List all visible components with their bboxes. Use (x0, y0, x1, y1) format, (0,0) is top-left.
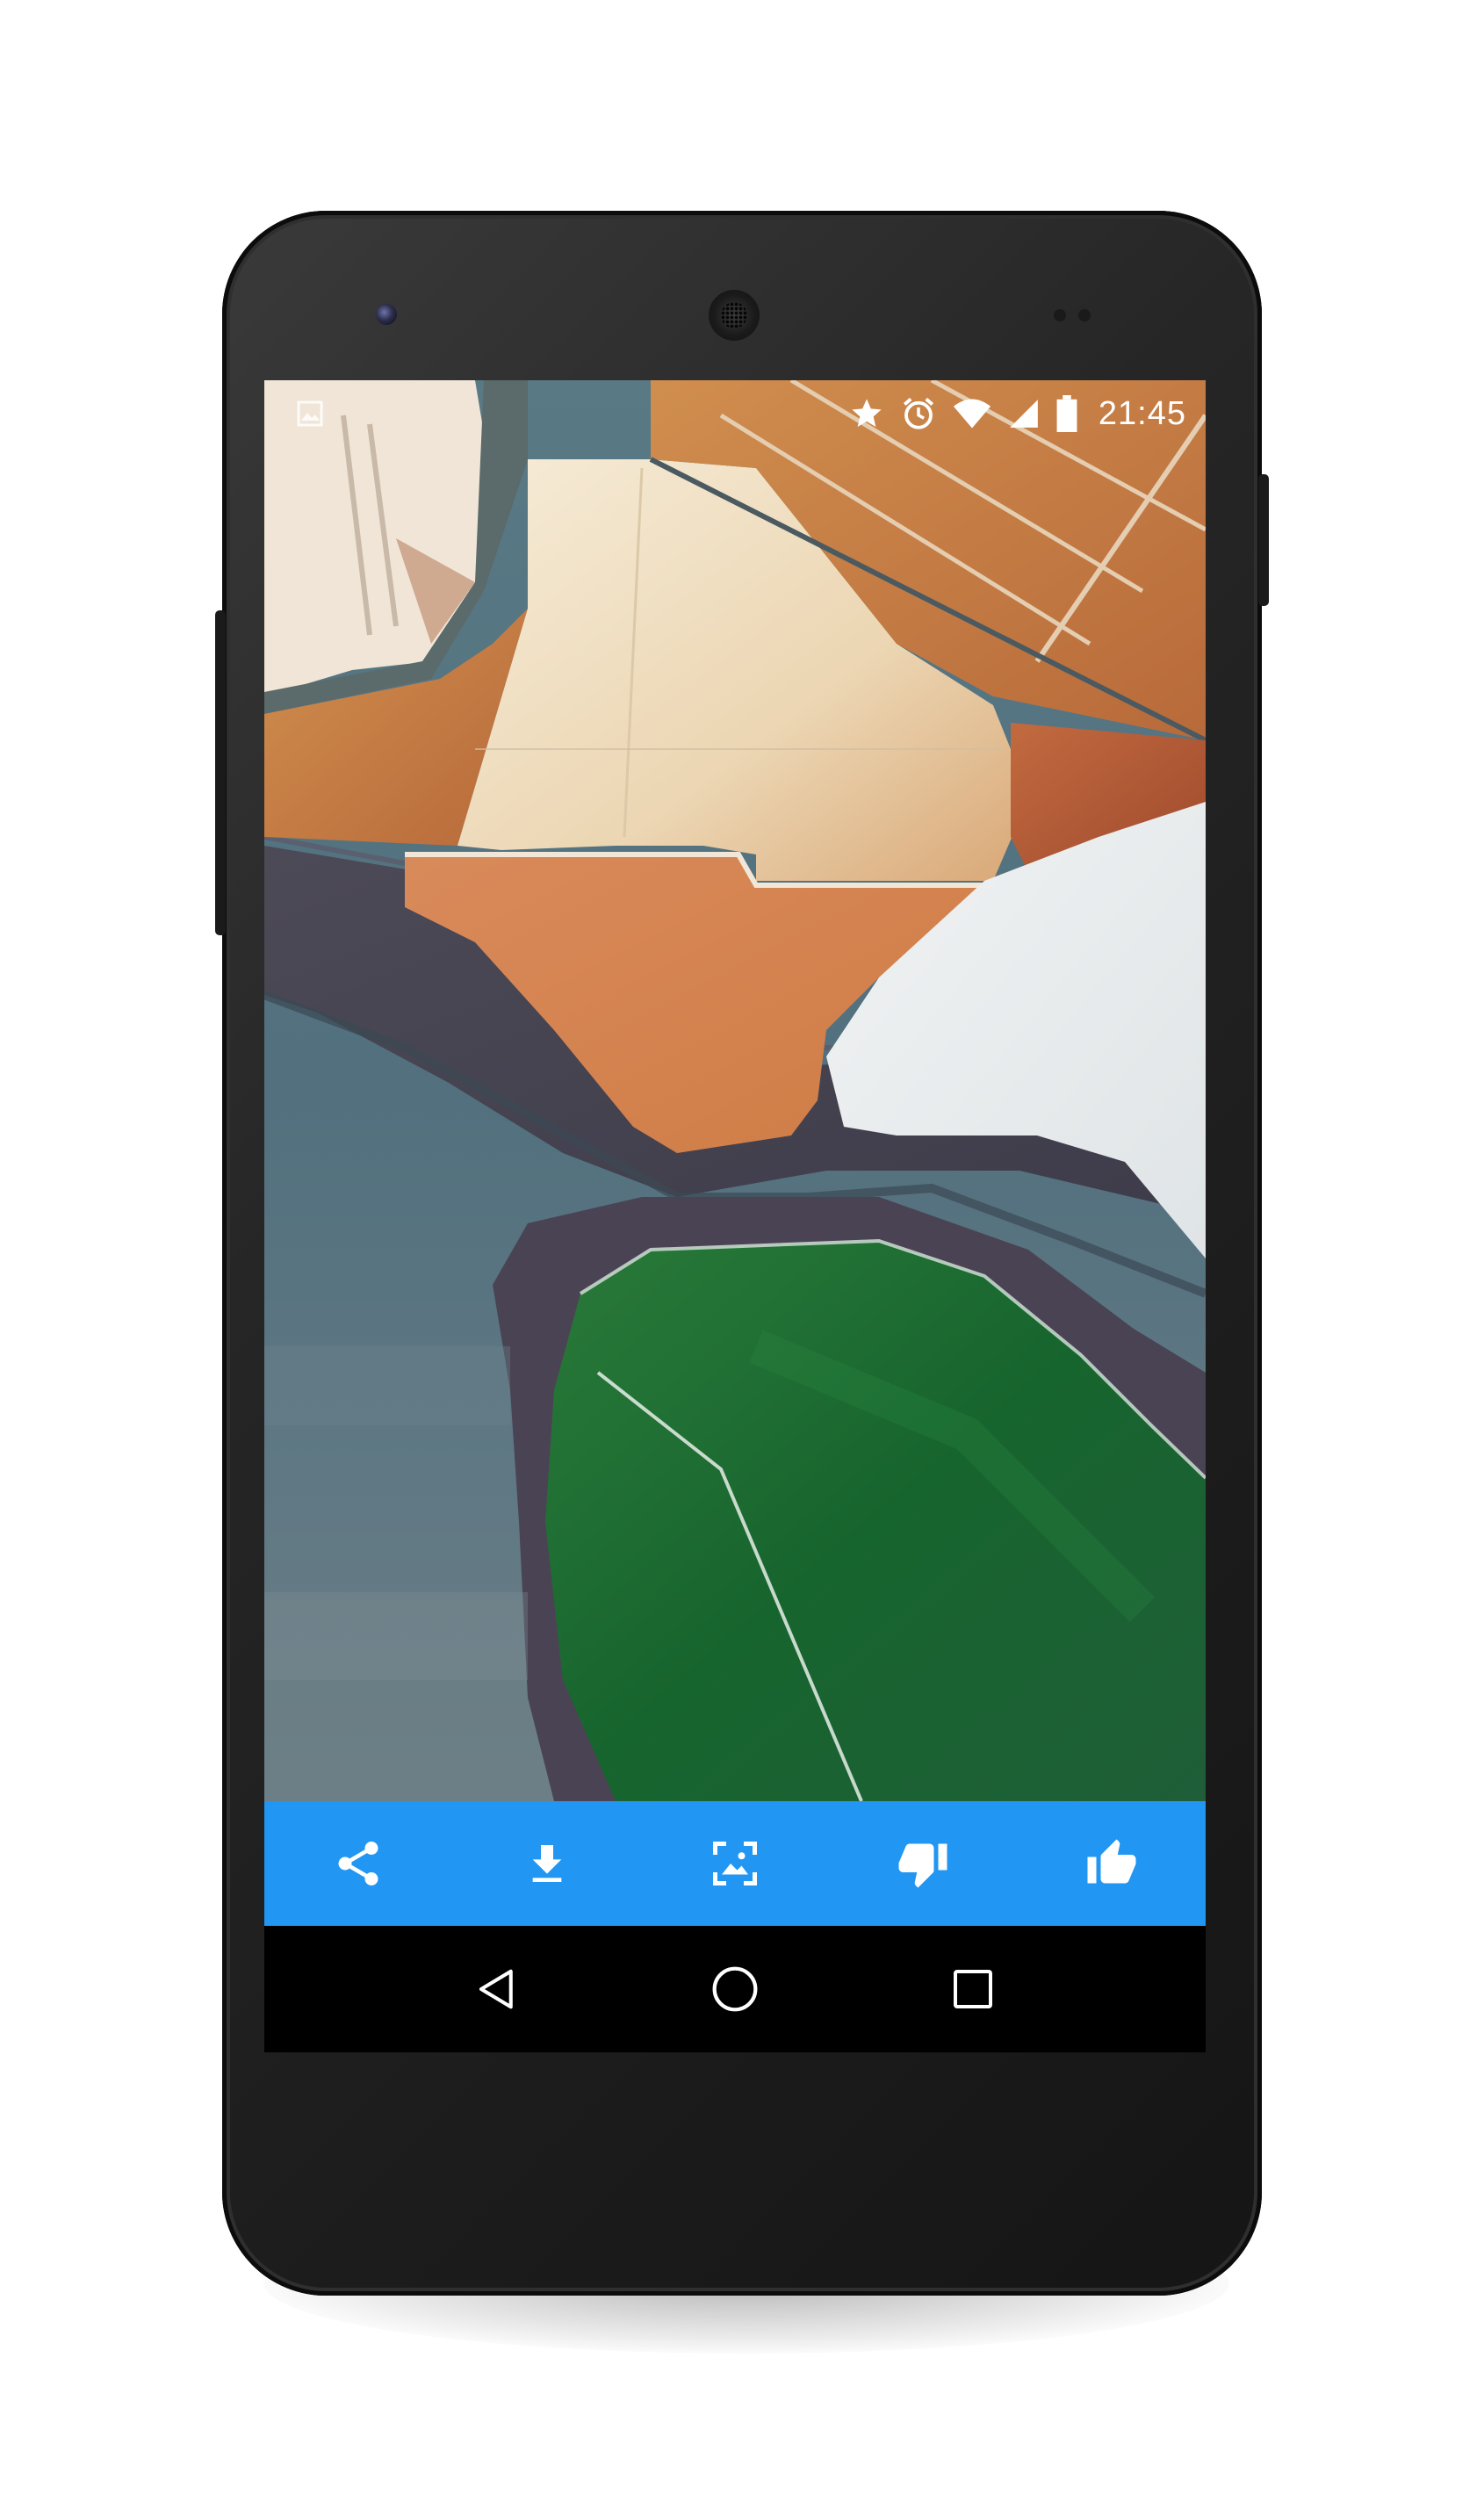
recents-icon (953, 1970, 992, 2008)
recents-button[interactable] (920, 1936, 1026, 2042)
share-icon (338, 1842, 378, 1885)
proximity-sensor (1054, 309, 1066, 321)
star-icon (849, 396, 884, 431)
cell-signal-icon (1007, 397, 1041, 430)
light-sensor (1078, 309, 1091, 321)
action-bar (264, 1801, 1206, 1926)
thumbs-down-icon (898, 1843, 947, 1888)
status-time: 21:45 (1098, 394, 1186, 432)
image-notification-icon (296, 400, 324, 428)
set-wallpaper-icon (712, 1842, 757, 1885)
earpiece-speaker (709, 290, 760, 341)
back-button[interactable] (444, 1936, 550, 2042)
share-button[interactable] (306, 1811, 411, 1916)
alarm-clock-icon (900, 395, 937, 432)
download-button[interactable] (494, 1811, 600, 1916)
status-bar: 21:45 (264, 380, 1206, 447)
dislike-button[interactable] (870, 1811, 976, 1916)
set-wallpaper-button[interactable] (682, 1811, 788, 1916)
power-button (1258, 474, 1269, 606)
screen: 21:45 (264, 380, 1206, 2052)
wallpaper-image (264, 380, 1206, 1801)
home-icon (712, 1966, 758, 2012)
home-button[interactable] (682, 1936, 788, 2042)
thumbs-up-icon (1087, 1839, 1136, 1884)
front-camera (376, 304, 397, 325)
battery-icon (1056, 395, 1077, 432)
navigation-bar (264, 1926, 1206, 2052)
wifi-icon (953, 396, 991, 431)
volume-button (215, 610, 226, 935)
download-icon (532, 1845, 561, 1882)
back-icon (479, 1969, 514, 2009)
like-button[interactable] (1059, 1811, 1164, 1916)
